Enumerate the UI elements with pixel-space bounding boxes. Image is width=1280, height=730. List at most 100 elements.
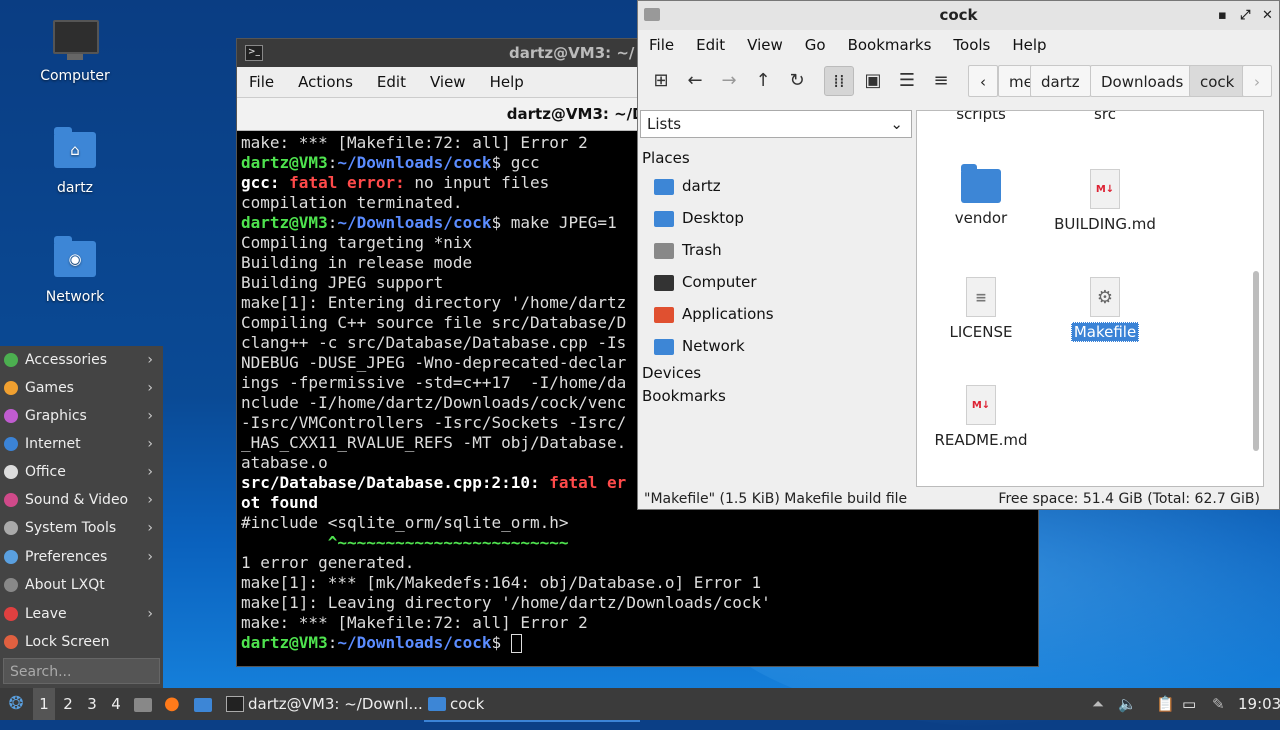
task-label: dartz@VM3: ~/Downl... [248,695,423,713]
file-manager-menubar: File Edit View Go Bookmarks Tools Help [638,30,1279,60]
menu-item-internet[interactable]: Internet › [0,430,163,458]
file-item-building-md[interactable]: M↓ BUILDING.md [1045,169,1165,233]
file-view[interactable]: scripts src vendor M↓ BUILDING.md ≡ LICE… [916,110,1264,487]
desktop-icon-dartz[interactable]: ⌂ dartz [20,127,130,196]
places-item-network[interactable]: Network [654,332,745,360]
menu-search-input[interactable]: Search... [3,658,160,684]
menu-item-label: Sound & Video [25,492,129,508]
terminal-menu-help[interactable]: Help [478,73,536,91]
breadcrumb-dartz[interactable]: dartz [1030,65,1091,97]
task-terminal[interactable]: dartz@VM3: ~/Downl... [222,688,438,720]
devices-header[interactable]: Devices [642,364,701,382]
firefox-icon[interactable]: ● [164,688,180,720]
tray-arrow-icon[interactable]: ⏶ [1092,688,1104,720]
network-tray-icon[interactable]: ▭ [1182,688,1196,720]
desktop-switch-4[interactable]: 4 [105,688,127,720]
file-label: scripts [956,110,1006,123]
new-tab-icon[interactable]: ⊞ [646,66,676,96]
file-view-scrollbar[interactable] [1253,271,1259,451]
chevron-right-icon: › [147,606,153,622]
clock[interactable]: 19:03 [1238,688,1280,720]
file-item-readme-md[interactable]: M↓ README.md [921,385,1041,449]
fm-menu-go[interactable]: Go [794,36,837,54]
file-item[interactable]: scripts [921,110,1041,123]
maximize-icon[interactable]: ⤢ [1240,1,1250,30]
clipboard-icon[interactable]: 📋 [1156,688,1175,720]
file-manager-window[interactable]: cock ▪ ⤢ ✕ File Edit View Go Bookmarks T… [637,0,1280,510]
fm-menu-edit[interactable]: Edit [685,36,736,54]
file-item-makefile[interactable]: ⚙ Makefile [1045,277,1165,342]
desktop-switch-2[interactable]: 2 [57,688,79,720]
thumbnail-view-icon[interactable]: ▣ [858,66,888,96]
breadcrumb-scroll-left-icon[interactable]: ‹ [968,65,998,97]
file-label: src [1094,110,1116,123]
fm-menu-file[interactable]: File [638,36,685,54]
menu-item-label: Office [25,464,66,480]
task-file-manager[interactable]: cock [424,688,640,722]
menu-item-system-tools[interactable]: System Tools › [0,514,163,542]
menu-item-sound-video[interactable]: Sound & Video › [0,486,163,514]
forward-icon[interactable]: → [714,66,744,96]
desktop-switch-3[interactable]: 3 [81,688,103,720]
breadcrumb-scroll-right-icon[interactable]: › [1242,65,1272,97]
compact-view-icon[interactable]: ☰ [892,66,922,96]
icon-view-icon[interactable]: ⁞⁞ [824,66,854,96]
games-icon [4,381,18,395]
file-item[interactable]: src [1045,110,1165,123]
task-label: cock [450,695,485,713]
menu-item-office[interactable]: Office › [0,458,163,486]
places-item-dartz[interactable]: dartz [654,172,721,200]
file-manager-titlebar[interactable]: cock ▪ ⤢ ✕ [638,1,1279,30]
file-item-license[interactable]: ≡ LICENSE [921,277,1041,341]
reload-icon[interactable]: ↻ [782,66,812,96]
menu-item-accessories[interactable]: Accessories › [0,346,163,374]
lock-screen-icon [4,635,18,649]
back-icon[interactable]: ← [680,66,710,96]
places-item-trash[interactable]: Trash [654,236,722,264]
side-pane-mode-select[interactable]: Lists ⌄ [640,110,912,138]
breadcrumb-downloads[interactable]: Downloads [1090,65,1195,97]
lxqt-menu-icon[interactable]: ❂ [4,688,28,720]
places-item-computer[interactable]: Computer [654,268,757,296]
fm-menu-bookmarks[interactable]: Bookmarks [837,36,943,54]
terminal-menu-file[interactable]: File [237,73,286,91]
terminal-menu-edit[interactable]: Edit [365,73,418,91]
file-manager-launcher-icon[interactable] [194,688,212,720]
terminal-menu-actions[interactable]: Actions [286,73,365,91]
menu-item-label: Graphics [25,408,87,424]
terminal-menu-view[interactable]: View [418,73,478,91]
menu-item-preferences[interactable]: Preferences › [0,543,163,571]
places-item-label: Desktop [682,209,744,227]
close-icon[interactable]: ✕ [1262,1,1273,30]
places-item-label: Computer [682,273,757,291]
update-icon[interactable]: ✎ [1212,688,1225,720]
minimize-icon[interactable]: ▪ [1218,1,1227,30]
desktop-switch-1[interactable]: 1 [33,688,55,720]
menu-item-games[interactable]: Games › [0,374,163,402]
fm-menu-help[interactable]: Help [1001,36,1057,54]
places-item-applications[interactable]: Applications [654,300,774,328]
places-item-desktop[interactable]: Desktop [654,204,744,232]
file-item-vendor[interactable]: vendor [921,164,1041,227]
menu-item-label: Internet [25,436,81,452]
detailed-view-icon[interactable]: ≡ [926,66,956,96]
desktop-icon-computer[interactable]: Computer [20,20,130,84]
terminal-line: 1 error generated. [241,553,415,572]
volume-icon[interactable]: 🔈 [1118,688,1137,720]
terminal-title: dartz@VM3: ~/ [509,44,635,62]
desktop-icon-network[interactable]: ◉ Network [20,236,130,305]
fm-menu-tools[interactable]: Tools [942,36,1001,54]
breadcrumb-cock[interactable]: cock [1189,65,1246,97]
fm-menu-view[interactable]: View [736,36,794,54]
bookmarks-header[interactable]: Bookmarks [642,387,726,405]
desktop-icon-label: Computer [40,68,110,84]
menu-item-label: Preferences [25,549,108,565]
menu-item-lock-screen[interactable]: Lock Screen [0,628,163,656]
show-desktop-icon[interactable] [134,688,152,720]
up-icon[interactable]: ↑ [748,66,778,96]
menu-item-graphics[interactable]: Graphics › [0,402,163,430]
desktop-icon [654,210,674,227]
menu-item-about-lxqt[interactable]: About LXQt [0,571,163,599]
menu-item-leave[interactable]: Leave › [0,600,163,628]
terminal-icon: >_ [245,45,263,61]
